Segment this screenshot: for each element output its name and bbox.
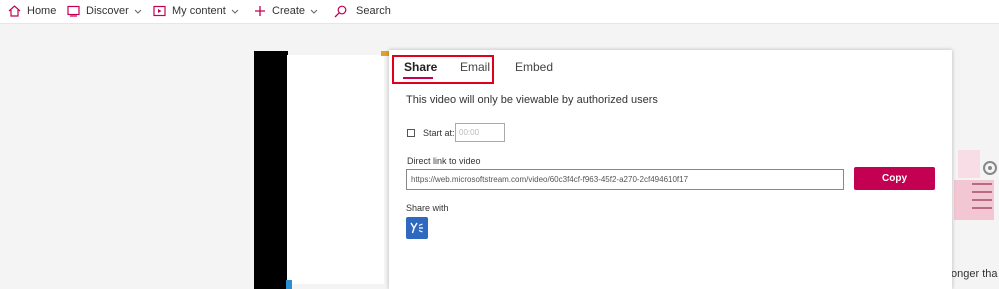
nav-create[interactable]: Create bbox=[254, 0, 318, 22]
nav-home[interactable]: Home bbox=[8, 0, 56, 22]
nav-search[interactable]: Search bbox=[334, 0, 391, 22]
home-icon bbox=[8, 5, 21, 17]
chevron-down-icon bbox=[310, 9, 318, 14]
nav-create-label: Create bbox=[272, 5, 306, 17]
nav-home-label: Home bbox=[27, 5, 57, 17]
discover-icon bbox=[67, 5, 80, 17]
background-panel bbox=[287, 55, 384, 284]
copy-button[interactable]: Copy bbox=[854, 167, 935, 190]
annotation-highlight-box bbox=[392, 55, 494, 84]
background-text: onger tha bbox=[951, 268, 998, 280]
yammer-icon bbox=[410, 222, 423, 234]
video-icon bbox=[153, 5, 166, 17]
start-at-row: Start at: bbox=[407, 125, 455, 141]
yammer-share-button[interactable] bbox=[406, 217, 428, 239]
chevron-down-icon bbox=[231, 9, 239, 14]
background-illustration bbox=[954, 150, 997, 220]
chevron-down-icon bbox=[134, 9, 142, 14]
share-dialog: Share Email Embed This video will only b… bbox=[389, 50, 952, 289]
video-player-background bbox=[254, 51, 288, 289]
search-icon bbox=[334, 5, 347, 17]
nav-search-label: Search bbox=[356, 5, 391, 17]
share-with-label: Share with bbox=[406, 203, 449, 213]
nav-discover-label: Discover bbox=[86, 5, 129, 17]
direct-link-label: Direct link to video bbox=[407, 156, 481, 166]
tab-embed[interactable]: Embed bbox=[515, 60, 553, 74]
background-thumbnail-edge bbox=[286, 280, 292, 289]
direct-link-field[interactable]: https://web.microsoftstream.com/video/60… bbox=[406, 169, 844, 190]
start-time-input[interactable]: 00:00 bbox=[455, 123, 505, 142]
top-navigation: Home Discover My content Create Search bbox=[0, 0, 999, 24]
plus-icon bbox=[255, 6, 265, 16]
start-at-label: Start at: bbox=[423, 128, 455, 138]
nav-my-content-label: My content bbox=[172, 5, 226, 17]
authorization-notice: This video will only be viewable by auth… bbox=[406, 94, 658, 106]
nav-my-content[interactable]: My content bbox=[153, 0, 239, 22]
nav-discover[interactable]: Discover bbox=[67, 0, 142, 22]
start-at-checkbox[interactable] bbox=[407, 129, 415, 137]
